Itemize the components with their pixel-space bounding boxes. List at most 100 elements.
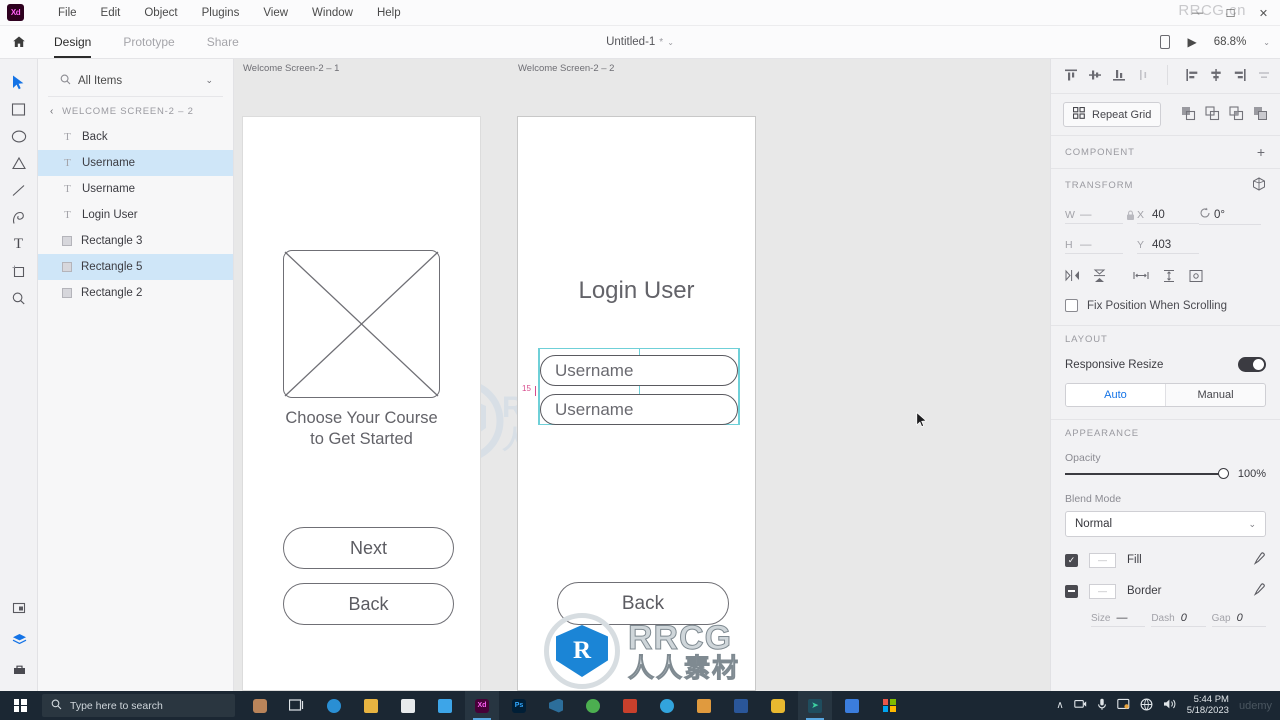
- repeat-grid-button[interactable]: Repeat Grid: [1063, 102, 1162, 127]
- components-panel-icon[interactable]: [0, 594, 38, 621]
- network-icon[interactable]: [1140, 698, 1153, 714]
- fill-checkbox[interactable]: ✓: [1065, 553, 1078, 567]
- camera-icon[interactable]: [1073, 698, 1087, 713]
- layer-group-breadcrumb[interactable]: ‹ WELCOME SCREEN-2 – 2: [38, 97, 233, 124]
- minimize-icon[interactable]: —: [1181, 0, 1214, 26]
- layer-item-username-1[interactable]: T Username: [38, 150, 233, 176]
- artboard2-back-button[interactable]: Back: [557, 582, 729, 625]
- play-icon[interactable]: ▶: [1187, 35, 1196, 49]
- zoom-chevron-down-icon[interactable]: ⌄: [1263, 38, 1270, 47]
- layout-mode-auto[interactable]: Auto: [1066, 384, 1165, 406]
- telegram-icon[interactable]: [650, 691, 684, 720]
- chevron-left-icon[interactable]: ‹: [50, 106, 54, 117]
- tab-design[interactable]: Design: [38, 26, 107, 58]
- tab-share[interactable]: Share: [191, 26, 255, 58]
- menu-item-window[interactable]: Window: [300, 3, 365, 23]
- word-icon[interactable]: [724, 691, 758, 720]
- boolean-intersect-icon[interactable]: [1229, 105, 1244, 124]
- layer-item-back[interactable]: T Back: [38, 124, 233, 150]
- opacity-value[interactable]: 100%: [1234, 468, 1266, 480]
- artboard-welcome-screen-2[interactable]: Login User 15 Username Username Back: [518, 117, 928, 690]
- powerpoint-icon[interactable]: [613, 691, 647, 720]
- artboard1-next-button[interactable]: Next: [283, 527, 454, 569]
- opacity-slider[interactable]: [1065, 468, 1229, 480]
- border-dash-field[interactable]: Dash 0: [1151, 612, 1206, 627]
- border-checkbox[interactable]: [1065, 584, 1078, 598]
- layer-item-rectangle-3[interactable]: Rectangle 3: [38, 228, 233, 254]
- ellipse-tool[interactable]: [0, 123, 38, 150]
- chevron-down-icon[interactable]: ⌄: [205, 75, 213, 86]
- document-title[interactable]: Untitled-1 * ⌄: [606, 36, 674, 48]
- responsive-resize-toggle[interactable]: [1238, 357, 1266, 372]
- menu-item-edit[interactable]: Edit: [89, 3, 133, 23]
- taskbar-search-input[interactable]: Type here to search: [42, 694, 235, 717]
- file-explorer-icon[interactable]: [354, 691, 388, 720]
- width-field[interactable]: W —: [1065, 209, 1123, 224]
- close-icon[interactable]: ✕: [1247, 0, 1280, 26]
- x-position-field[interactable]: X 40: [1137, 209, 1199, 224]
- y-position-field[interactable]: Y 403: [1137, 239, 1199, 254]
- flip-vertical-icon[interactable]: [1093, 269, 1106, 286]
- align-center-icon[interactable]: [1206, 65, 1226, 85]
- align-top-icon[interactable]: [1061, 65, 1081, 85]
- menu-item-file[interactable]: File: [46, 3, 89, 23]
- store-icon[interactable]: [391, 691, 425, 720]
- filmora-icon[interactable]: ➤: [798, 691, 832, 720]
- image-placeholder-x[interactable]: [283, 250, 440, 398]
- opacity-slider-knob[interactable]: [1218, 468, 1229, 480]
- artboard-label-1[interactable]: Welcome Screen-2 – 1: [243, 63, 339, 74]
- home-icon[interactable]: [0, 35, 38, 49]
- rotation-field[interactable]: 0°: [1199, 207, 1261, 225]
- zoom-tool[interactable]: [0, 285, 38, 312]
- distribute-vertical-icon[interactable]: [1133, 65, 1153, 85]
- username-field-1[interactable]: Username: [540, 355, 738, 386]
- package-icon[interactable]: [687, 691, 721, 720]
- screenshot-icon[interactable]: [1116, 698, 1130, 713]
- tab-prototype[interactable]: Prototype: [107, 26, 190, 58]
- boolean-exclude-icon[interactable]: [1253, 106, 1268, 124]
- flip-horizontal-icon[interactable]: [1065, 269, 1080, 286]
- task-view-icon[interactable]: [280, 691, 314, 720]
- layers-panel-icon[interactable]: [0, 625, 38, 652]
- layer-item-rectangle-5[interactable]: Rectangle 5: [38, 254, 233, 280]
- menu-item-view[interactable]: View: [251, 3, 300, 23]
- lock-icon[interactable]: [1123, 209, 1137, 223]
- maximize-icon[interactable]: ☐: [1214, 0, 1247, 26]
- design-canvas[interactable]: RRC 人人 Welcome Screen-2 – 1 Choose Your …: [234, 59, 1050, 691]
- chrome-icon[interactable]: [576, 691, 610, 720]
- line-tool[interactable]: [0, 177, 38, 204]
- vscode-icon[interactable]: [539, 691, 573, 720]
- align-bottom-icon[interactable]: [1109, 65, 1129, 85]
- artboard-welcome-screen-1[interactable]: Choose Your Course to Get Started Next B…: [243, 117, 480, 690]
- artboard1-back-button[interactable]: Back: [283, 583, 454, 625]
- layers-search-input[interactable]: All Items ⌄: [48, 65, 223, 97]
- pen-tool[interactable]: [0, 204, 38, 231]
- artboard-label-2[interactable]: Welcome Screen-2 – 2: [518, 63, 614, 74]
- polygon-tool[interactable]: [0, 150, 38, 177]
- tray-chevron-up-icon[interactable]: ∧: [1056, 700, 1063, 711]
- microphone-icon[interactable]: [1097, 698, 1107, 714]
- adobe-xd-icon[interactable]: Xd: [465, 691, 499, 720]
- menu-item-object[interactable]: Object: [132, 3, 189, 23]
- boolean-subtract-icon[interactable]: [1205, 105, 1220, 124]
- layer-item-login-user[interactable]: T Login User: [38, 202, 233, 228]
- rounded-corner-all-icon[interactable]: [1133, 269, 1149, 286]
- rectangle-tool[interactable]: [0, 96, 38, 123]
- fill-swatch[interactable]: —: [1089, 552, 1116, 568]
- volume-icon[interactable]: [1163, 698, 1177, 713]
- align-middle-icon[interactable]: [1085, 65, 1105, 85]
- edge-icon[interactable]: [317, 691, 351, 720]
- mail-icon[interactable]: [428, 691, 462, 720]
- taskbar-clock[interactable]: 5:44 PM 5/18/2023: [1187, 694, 1229, 717]
- fix-position-row[interactable]: Fix Position When Scrolling: [1065, 299, 1266, 312]
- menu-item-plugins[interactable]: Plugins: [190, 3, 252, 23]
- microsoft-icon[interactable]: [872, 691, 906, 720]
- height-field[interactable]: H —: [1065, 239, 1123, 254]
- fix-position-checkbox[interactable]: [1065, 299, 1078, 312]
- windows-start-icon[interactable]: [0, 691, 40, 720]
- select-tool[interactable]: [0, 69, 38, 96]
- border-swatch[interactable]: —: [1089, 583, 1116, 599]
- menu-item-help[interactable]: Help: [365, 3, 413, 23]
- align-left-icon[interactable]: [1182, 65, 1202, 85]
- layer-item-rectangle-2[interactable]: Rectangle 2: [38, 280, 233, 306]
